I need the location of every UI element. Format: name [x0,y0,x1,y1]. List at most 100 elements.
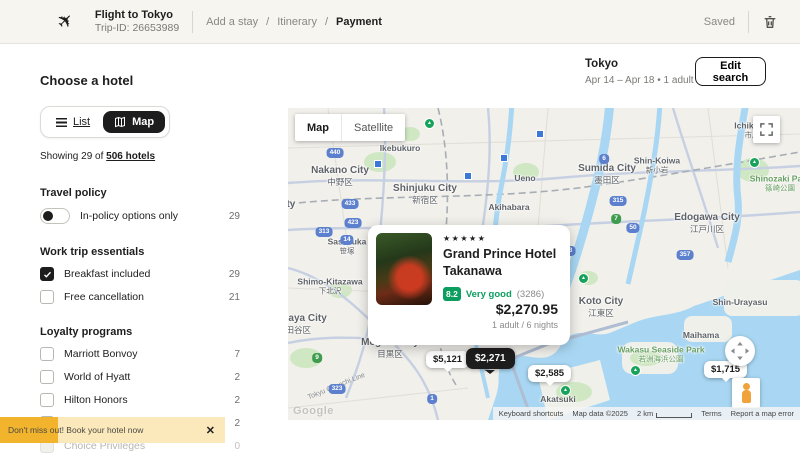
app-window: ✈ Flight to Tokyo Trip-ID: 26653989 Add … [0,0,800,449]
loyalty-row-marriott: Marriott Bonvoy 7 [40,347,240,361]
hotel-stars: ★★★★★ [443,234,486,243]
route-shield: 1 [427,394,437,404]
report-error-link[interactable]: Report a map error [731,409,794,418]
list-view-label: List [73,116,90,128]
park-marker-icon[interactable] [560,385,571,396]
map-label: Wakasu Seaside Park若洲海浜公園 [617,344,704,363]
station-marker-icon[interactable] [500,154,508,162]
price-pin-selected[interactable]: $2,271 [466,348,515,369]
route-shield: 14 [340,235,353,245]
station-marker-icon[interactable] [374,160,382,168]
scale-bar [656,413,692,418]
results-total-link[interactable]: 506 hotels [106,151,155,162]
results-summary: Showing 29 of 506 hotels [40,151,240,162]
map-label: Akatsuki [540,394,575,404]
fullscreen-icon [759,122,774,137]
route-shield: 6 [599,154,609,164]
terms-link[interactable]: Terms [701,409,721,418]
route-shield: 440 [327,148,344,158]
free-cancellation-count: 21 [229,292,240,303]
page-title: Choose a hotel [40,73,133,88]
hilton-label: Hilton Honors [64,394,128,406]
hilton-checkbox[interactable] [40,393,54,407]
map-attribution: Keyboard shortcuts Map data ©2025 2 km T… [493,407,800,420]
check-icon [43,270,52,279]
map-label: Sumida City墨田区 [578,163,636,185]
dates-occupancy: Apr 14 – Apr 18 • 1 adult [585,75,694,87]
route-shield: 7 [611,214,621,224]
map-icon [114,116,126,128]
keyboard-shortcuts-link[interactable]: Keyboard shortcuts [499,409,564,418]
google-logo: Google [293,405,334,417]
hotel-rating-row: 8.2 Very good (3286) [443,287,544,301]
breadcrumb-separator: / [266,16,269,28]
trip-info: Flight to Tokyo Trip-ID: 26653989 [95,8,179,36]
price-pin[interactable]: $2,585 [528,365,571,382]
close-icon[interactable]: ✕ [206,424,225,437]
saved-status: Saved [704,16,735,28]
breadcrumb-payment[interactable]: Payment [336,16,382,28]
breadcrumb: Add a stay / Itinerary / Payment [206,16,382,28]
free-cancellation-checkbox[interactable] [40,290,54,304]
hotel-price-meta: 1 adult / 6 nights [492,320,558,330]
route-shield: 423 [345,218,362,228]
map-view-label: Map [132,116,154,128]
map-scale: 2 km [637,409,692,418]
park-marker-icon[interactable] [578,273,589,284]
breakfast-label: Breakfast included [64,268,150,280]
divider [748,11,749,33]
hyatt-checkbox[interactable] [40,370,54,384]
trash-button[interactable] [762,14,778,30]
breakfast-count: 29 [229,269,240,280]
work-trip-title: Work trip essentials [40,246,240,258]
hotel-card[interactable]: ★★★★★ Grand Prince Hotel Takanawa 8.2 Ve… [368,225,570,345]
divider [192,11,193,33]
map-data-text: Map data ©2025 [572,409,628,418]
pan-control[interactable] [725,336,755,366]
route-shield: 357 [677,250,694,260]
in-policy-count: 29 [229,211,240,222]
price-pin[interactable]: $5,121 [426,351,469,368]
scale-label: 2 km [637,409,653,418]
breakfast-checkbox[interactable] [40,267,54,281]
in-policy-label: In-policy options only [80,210,178,222]
station-marker-icon[interactable] [464,172,472,180]
map-label: Ueno [514,173,535,183]
pegman-button[interactable] [732,378,760,408]
list-view-button[interactable]: List [45,111,101,133]
pan-arrows-icon [729,340,751,362]
map-label: Ikebukuro [380,143,421,153]
map-label: Maihama [683,330,719,340]
loyalty-row-hyatt: World of Hyatt 2 [40,370,240,384]
map-label: Akihabara [488,202,529,212]
choice-count: 0 [234,441,240,452]
hilton-count: 2 [234,395,240,406]
ihg-count: 2 [234,418,240,429]
breadcrumb-separator: / [325,16,328,28]
map-label: Suginami City杉並区 [288,199,295,221]
list-icon [56,118,67,127]
park-marker-icon[interactable] [630,365,641,376]
fullscreen-button[interactable] [753,116,780,143]
breadcrumb-itinerary[interactable]: Itinerary [277,16,317,28]
map-label: Koto City江東区 [579,296,623,318]
park-marker-icon[interactable] [749,157,760,168]
in-policy-toggle[interactable] [40,208,70,224]
route-shield: 323 [329,384,346,394]
breakfast-filter-row: Breakfast included 29 [40,267,240,281]
hyatt-label: World of Hyatt [64,371,130,383]
park-marker-icon[interactable] [424,118,435,129]
breadcrumb-add-a-stay[interactable]: Add a stay [206,16,258,28]
hotel-map[interactable]: Ikebukuro Nakano City中野区 Shinjuku City新宿… [288,108,800,420]
map-type-map-button[interactable]: Map [295,114,341,141]
station-marker-icon[interactable] [536,130,544,138]
marriott-checkbox[interactable] [40,347,54,361]
route-shield: 9 [312,353,322,363]
free-cancellation-filter-row: Free cancellation 21 [40,290,240,304]
map-type-satellite-button[interactable]: Satellite [342,114,405,141]
edit-search-button[interactable]: Edit search [695,57,766,86]
map-label: Shimo-Kitazawa下北沢 [297,276,362,295]
topbar: ✈ Flight to Tokyo Trip-ID: 26653989 Add … [0,0,800,44]
map-view-button[interactable]: Map [103,111,165,133]
map-label: Shin-Koiwa新小岩 [634,155,680,174]
